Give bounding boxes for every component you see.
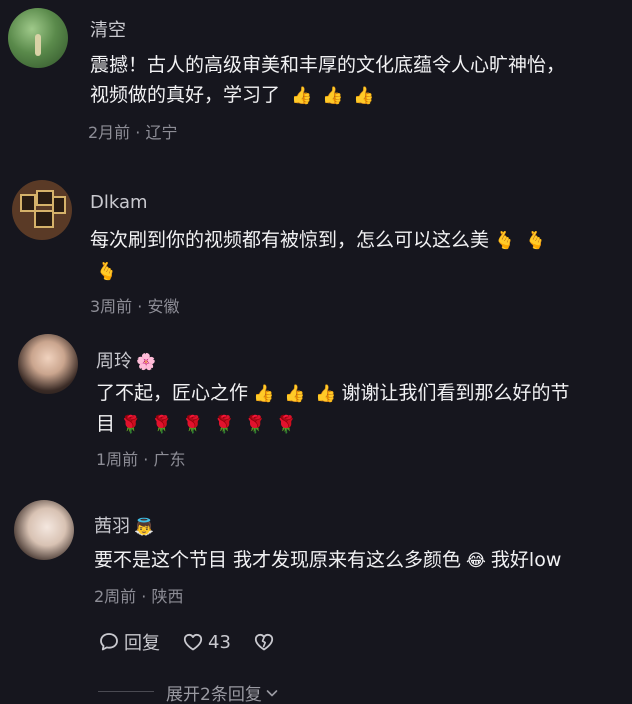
avatar[interactable] <box>12 180 72 240</box>
laughing-emoji-icon: 😂 <box>466 551 486 571</box>
finger-heart-emoji-icon: 🫰 <box>494 231 516 251</box>
divider-line <box>98 691 154 692</box>
reply-label: 回复 <box>124 633 160 654</box>
username-label: 周玲 <box>96 351 132 372</box>
chevron-down-icon <box>266 689 278 696</box>
username[interactable]: Dlkam <box>90 192 148 213</box>
comment-text-line: 要不是这个节目 我才发现原来有这么多颜色 <box>94 549 462 571</box>
comment-text: 震撼！古人的高级审美和丰厚的文化底蕴令人心旷神怡， 视频做的真好，学习了 👍 👍 👍 <box>90 50 565 111</box>
thumbs-up-emoji-icon: 👍 <box>315 384 337 404</box>
avatar[interactable] <box>14 500 74 560</box>
rose-emoji-icon: 🌹 <box>151 415 173 435</box>
expand-replies-label: 展开2条回复 <box>166 685 262 704</box>
broken-heart-icon <box>254 633 274 651</box>
rose-emoji-icon: 🌹 <box>182 415 204 435</box>
comment-list: 清空 震撼！古人的高级审美和丰厚的文化底蕴令人心旷神怡， 视频做的真好，学习了 … <box>0 0 632 704</box>
thumbs-up-emoji-icon: 👍 <box>322 86 344 106</box>
comment-meta: 1周前 · 广东 <box>96 450 186 469</box>
rose-emoji-icon: 🌹 <box>244 415 266 435</box>
dislike-button[interactable] <box>253 631 279 653</box>
comment-text: 了不起，匠心之作 👍 👍 👍 谢谢让我们看到那么好的节 目 🌹 🌹 🌹 🌹 🌹 🌹 <box>96 378 570 440</box>
comment-meta: 3周前 · 安徽 <box>90 297 180 316</box>
comment-text-line: 谢谢让我们看到那么好的节 <box>341 382 570 404</box>
comment-meta: 2周前 · 陕西 <box>94 587 184 606</box>
rose-emoji-icon: 🌹 <box>213 415 235 435</box>
angel-badge-icon: 👼 <box>134 517 154 536</box>
comment-meta: 2月前 · 辽宁 <box>88 123 178 142</box>
comment-text-line: 视频做的真好，学习了 <box>90 84 281 106</box>
expand-replies-button[interactable]: 展开2条回复 <box>166 680 280 704</box>
username-label: 茜羽 <box>94 516 130 537</box>
username[interactable]: 清空 <box>90 16 126 42</box>
avatar[interactable] <box>8 8 68 68</box>
like-count: 43 <box>208 631 231 653</box>
like-button[interactable]: 43 <box>182 631 231 653</box>
finger-heart-emoji-icon: 🫰 <box>96 262 118 282</box>
comment-text-line: 了不起，匠心之作 <box>96 382 249 404</box>
reply-button[interactable]: 回复 <box>98 629 160 655</box>
comment-text-line: 我好low <box>490 549 562 571</box>
comment-text: 每次刷到你的视频都有被惊到，怎么可以这么美 🫰 🫰 🫰 <box>90 225 551 287</box>
comment-text-line: 每次刷到你的视频都有被惊到，怎么可以这么美 <box>90 229 490 251</box>
comment-text: 要不是这个节目 我才发现原来有这么多颜色 😂 我好low <box>94 545 561 576</box>
reply-bubble-icon <box>100 633 118 651</box>
comment-text-line: 震撼！古人的高级审美和丰厚的文化底蕴令人心旷神怡， <box>90 54 566 76</box>
username[interactable]: 周玲 🌸 <box>96 347 156 373</box>
rose-emoji-icon: 🌹 <box>120 415 142 435</box>
comment-text-line: 目 <box>96 413 116 435</box>
rose-emoji-icon: 🌹 <box>275 415 298 435</box>
username[interactable]: 茜羽 👼 <box>94 512 154 538</box>
thumbs-up-emoji-icon: 👍 <box>291 86 313 106</box>
expand-replies: 展开2条回复 <box>0 680 632 704</box>
thumbs-up-emoji-icon: 👍 <box>284 384 306 404</box>
flower-badge-icon: 🌸 <box>136 352 156 371</box>
heart-icon <box>183 633 203 651</box>
comment-actions: 回复 43 <box>98 628 301 656</box>
avatar[interactable] <box>18 334 78 394</box>
finger-heart-emoji-icon: 🫰 <box>525 231 547 251</box>
thumbs-up-emoji-icon: 👍 <box>353 86 375 106</box>
thumbs-up-emoji-icon: 👍 <box>253 384 275 404</box>
